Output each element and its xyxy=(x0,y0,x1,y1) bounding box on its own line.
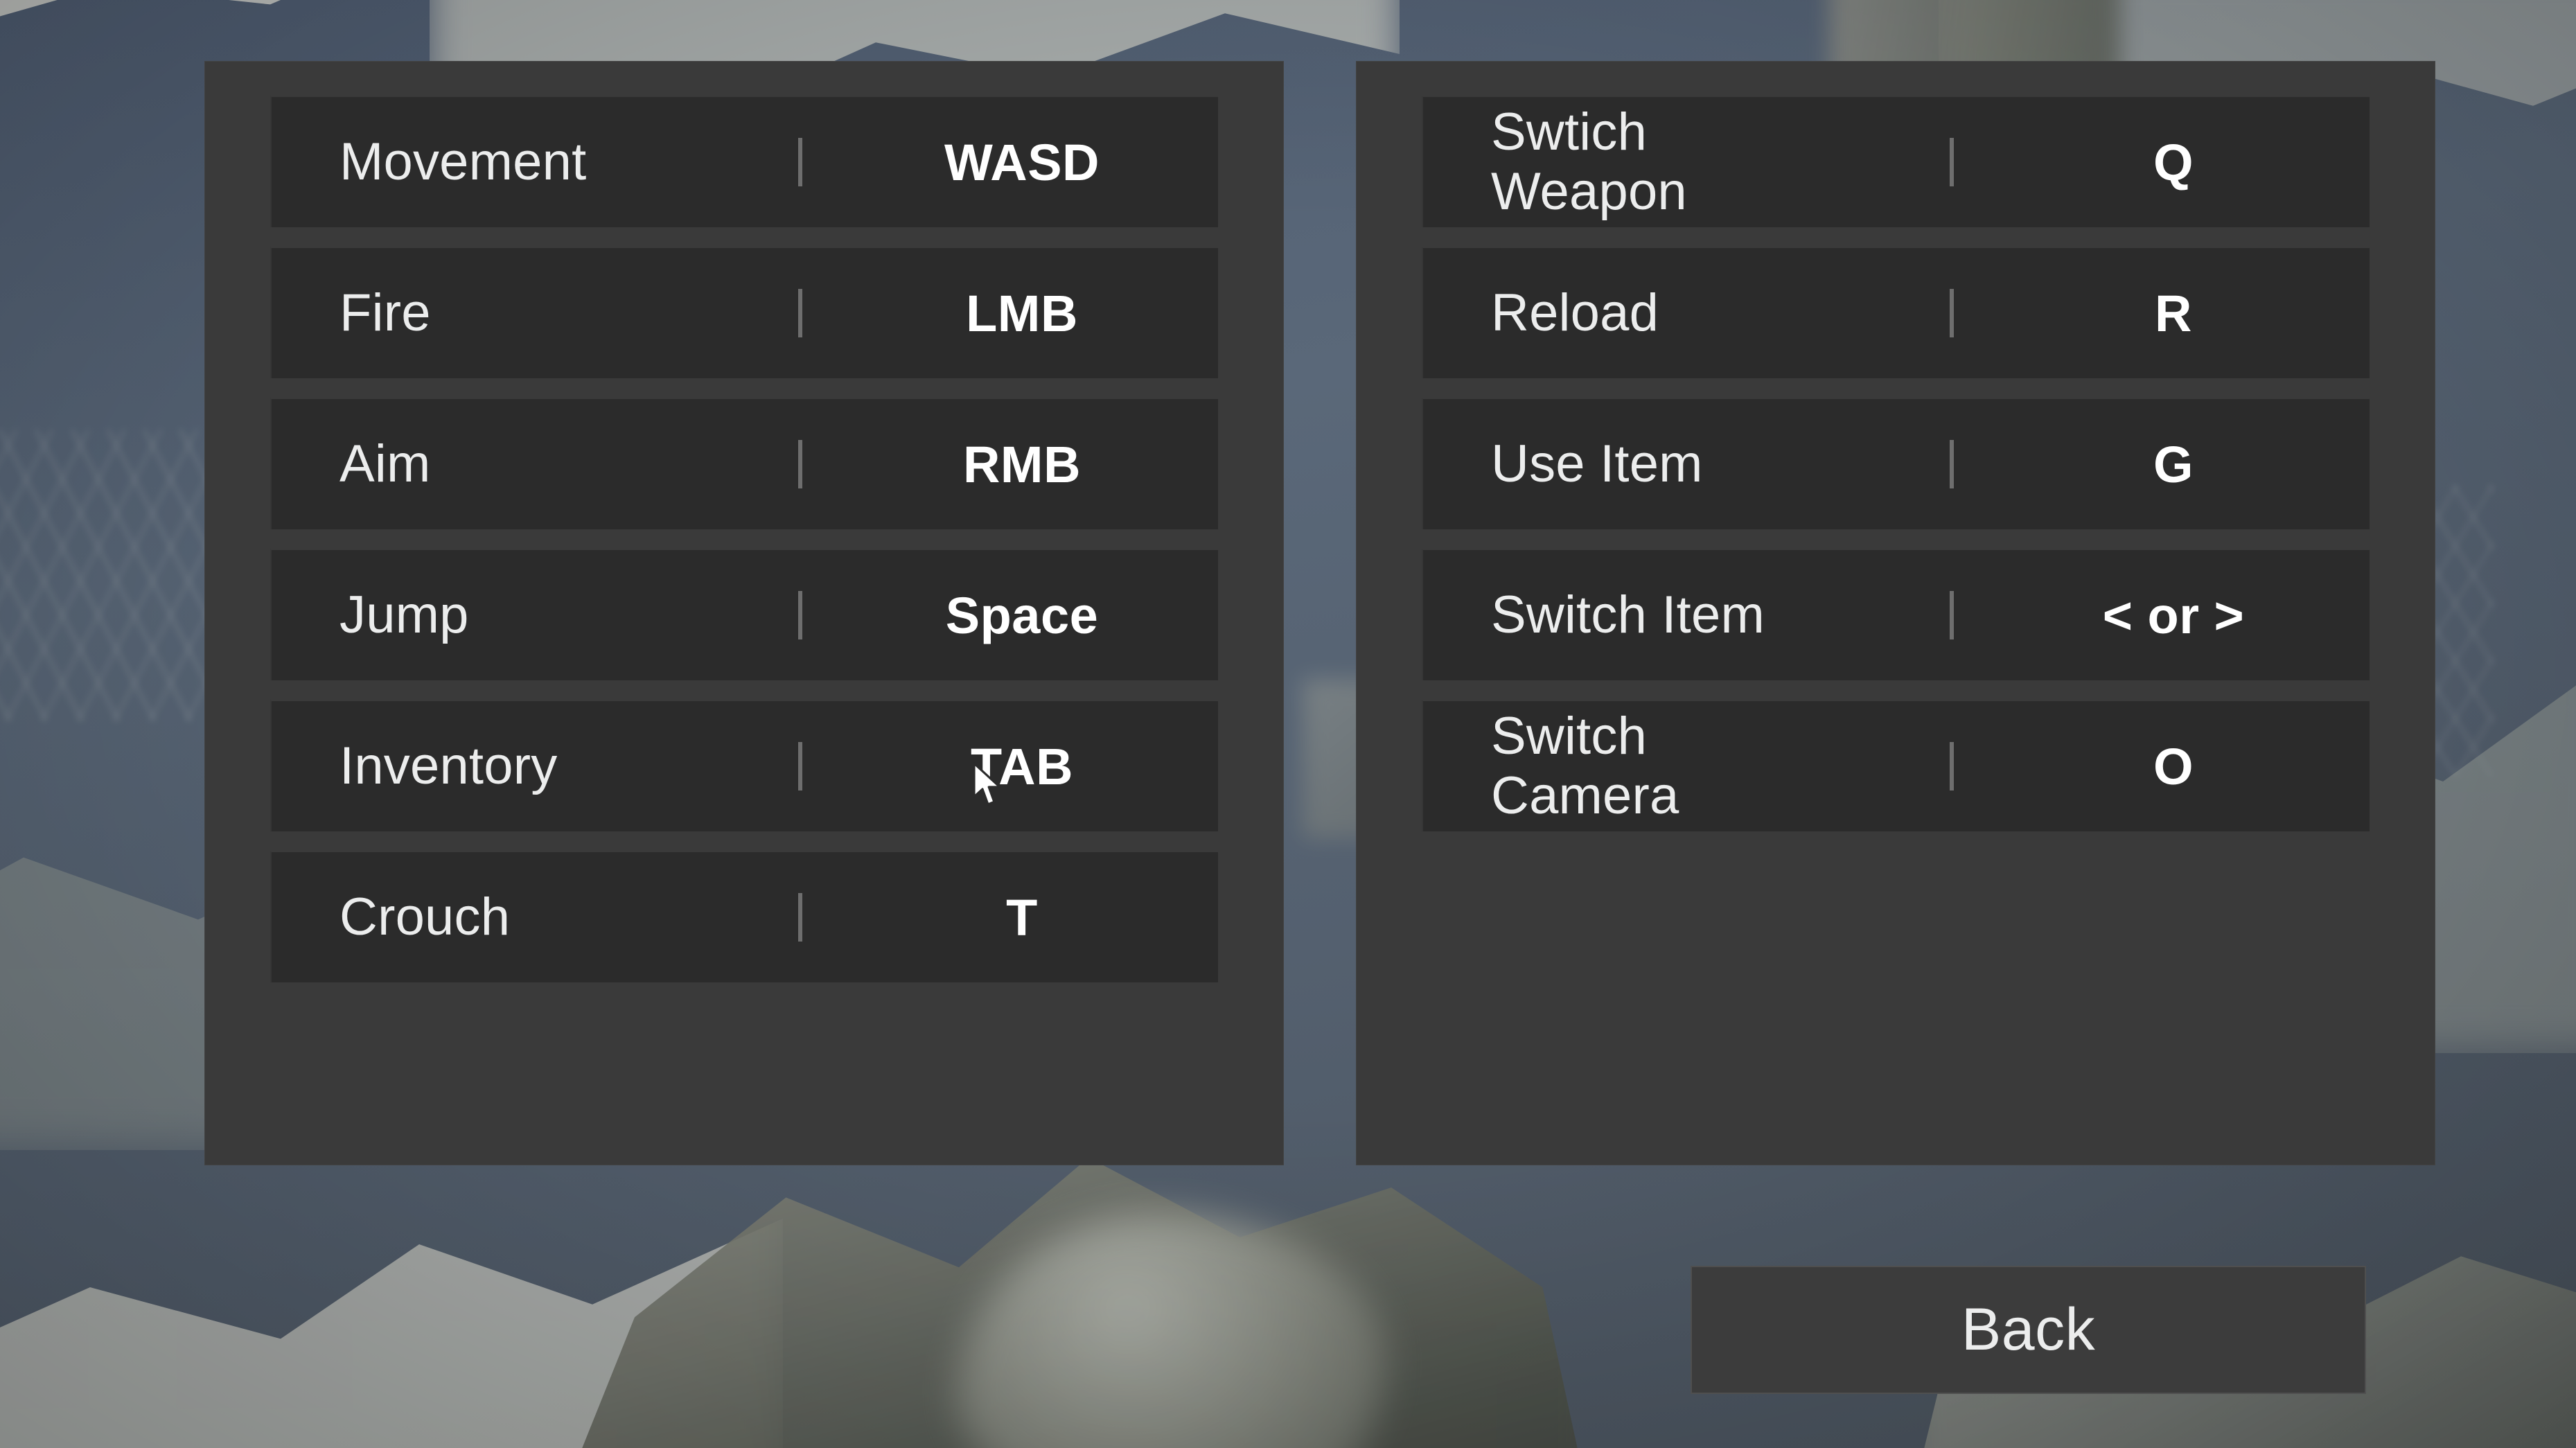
separator-icon xyxy=(798,742,802,791)
separator-icon xyxy=(798,893,802,942)
control-row-reload[interactable]: Reload R xyxy=(1422,247,2370,378)
separator-icon xyxy=(1950,591,1954,639)
control-binding: T xyxy=(1006,888,1038,946)
control-row-movement[interactable]: Movement WASD xyxy=(270,96,1218,227)
control-label: Reload xyxy=(1491,283,1659,342)
control-binding: Q xyxy=(2153,133,2194,191)
control-row-fire[interactable]: Fire LMB xyxy=(270,247,1218,378)
control-row-switch-weapon[interactable]: Swtich Weapon Q xyxy=(1422,96,2370,227)
control-row-use-item[interactable]: Use Item G xyxy=(1422,398,2370,529)
controls-list-left: Movement WASD Fire LMB Aim RMB Jump Spac… xyxy=(270,96,1218,1002)
control-row-crouch[interactable]: Crouch T xyxy=(270,851,1218,982)
controls-panel-left: Movement WASD Fire LMB Aim RMB Jump Spac… xyxy=(204,61,1284,1165)
separator-icon xyxy=(1950,289,1954,337)
control-binding: TAB xyxy=(970,737,1074,795)
control-row-inventory[interactable]: Inventory TAB xyxy=(270,700,1218,831)
control-label: Switch Camera xyxy=(1491,707,1679,825)
control-label: Use Item xyxy=(1491,434,1703,493)
control-binding: O xyxy=(2153,737,2194,795)
game-controls-screen: Movement WASD Fire LMB Aim RMB Jump Spac… xyxy=(0,0,2576,1448)
control-row-aim[interactable]: Aim RMB xyxy=(270,398,1218,529)
separator-icon xyxy=(798,440,802,488)
control-row-switch-camera[interactable]: Switch Camera O xyxy=(1422,700,2370,831)
control-row-switch-item[interactable]: Switch Item < or > xyxy=(1422,549,2370,680)
back-button[interactable]: Back xyxy=(1691,1266,2366,1394)
control-binding: LMB xyxy=(966,284,1078,342)
control-label: Jump xyxy=(339,585,469,644)
control-label: Aim xyxy=(339,434,431,493)
separator-icon xyxy=(798,591,802,639)
controls-panel-right: Swtich Weapon Q Reload R Use Item G Swit… xyxy=(1356,61,2435,1165)
separator-icon xyxy=(1950,742,1954,791)
control-binding: R xyxy=(2155,284,2192,342)
control-label: Inventory xyxy=(339,736,558,795)
controls-list-right: Swtich Weapon Q Reload R Use Item G Swit… xyxy=(1422,96,2370,851)
separator-icon xyxy=(1950,440,1954,488)
back-button-label: Back xyxy=(1961,1296,2096,1363)
control-label: Movement xyxy=(339,132,587,191)
control-binding: WASD xyxy=(944,133,1100,191)
separator-icon xyxy=(798,289,802,337)
control-binding: RMB xyxy=(962,435,1082,493)
control-label: Fire xyxy=(339,283,431,342)
control-label: Swtich Weapon xyxy=(1491,103,1687,221)
control-row-jump[interactable]: Jump Space xyxy=(270,549,1218,680)
control-binding: G xyxy=(2153,435,2194,493)
separator-icon xyxy=(1950,138,1954,186)
separator-icon xyxy=(798,138,802,186)
control-label: Switch Item xyxy=(1491,585,1765,644)
control-binding: < or > xyxy=(2102,586,2245,644)
control-binding: Space xyxy=(945,586,1099,644)
control-label: Crouch xyxy=(339,888,511,946)
